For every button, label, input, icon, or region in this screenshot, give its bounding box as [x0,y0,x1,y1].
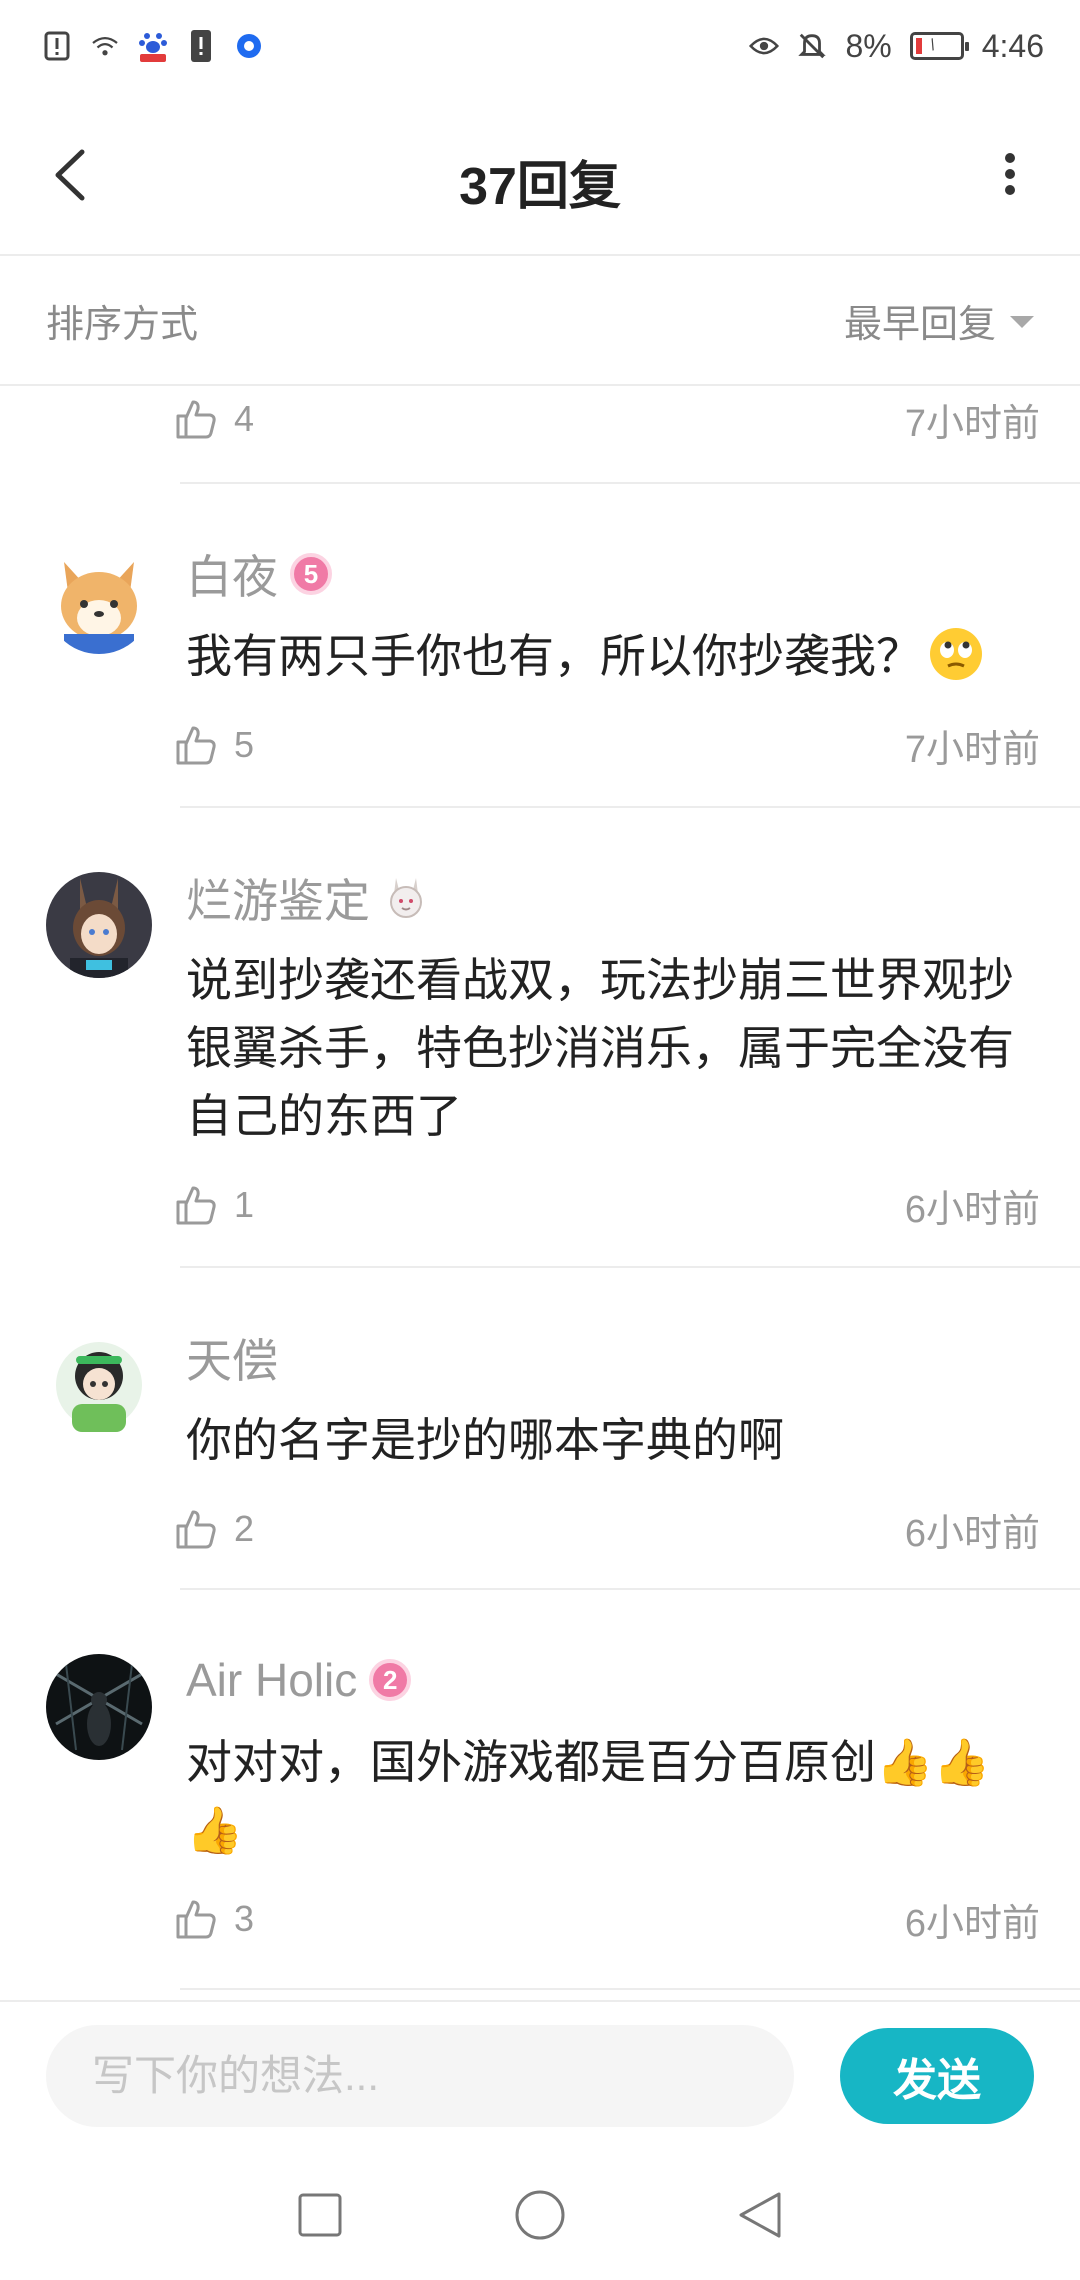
recent-apps-button[interactable] [285,2180,355,2250]
eye-icon [749,31,780,61]
comment-time: 6小时前 [904,1188,1040,1231]
comment-time: 7小时前 [904,402,1040,445]
status-bar: 8% / 4:46 [0,0,1080,92]
comment-text: 说到抄袭还看战双，玩法抄崩三世界观抄银翼杀手，特色抄消消乐，属于完全没有自己的东… [186,954,1014,1142]
sim-alert-icon [186,30,216,62]
comment-meta: 3 6小时前 [174,1888,1040,1950]
like-count: 2 [234,1508,255,1549]
comment-text: 我有两只手你也有，所以你抄袭我？ [186,622,1040,690]
avatar[interactable] [46,1332,152,1438]
comment-meta: 5 7小时前 [174,714,1040,776]
battery-icon: / [909,32,969,60]
comment-header: 白夜 5 [186,544,1040,604]
thumbs-up-icon [176,400,216,439]
thumbs-up-icon [176,1510,216,1549]
like-count: 5 [234,724,255,765]
comment-text: 你的名字是抄的哪本字典的啊 [186,1414,784,1466]
comment-input[interactable] [46,2025,794,2127]
like-count: 1 [234,1184,255,1225]
like-count: 4 [234,398,255,439]
status-icons-right: 8% / 4:46 [749,28,1044,65]
triangle-back-icon [739,2192,781,2238]
username[interactable]: 烂游鉴定 [186,865,370,931]
thumbs-up-icon [176,726,216,765]
alert-icon [42,31,72,61]
like-button[interactable]: 2 [174,1507,254,1551]
comment-header: 天偿 [186,1328,1040,1388]
comment-text: 对对对，国外游戏都是百分百原创👍👍👍 [186,1736,991,1856]
system-nav-bar [0,2150,1080,2280]
bell-muted-icon [797,31,827,61]
more-options-button[interactable] [980,144,1040,204]
comment-time: 6小时前 [904,1902,1040,1945]
thumbs-up-icon [176,1186,216,1225]
eye-roll-emoji-icon [930,628,982,680]
list-item: 烂游鉴定 说到抄袭还看战双，玩法抄崩三世界观抄银翼杀手，特色抄消消乐，属于完全没… [0,808,1080,1268]
comment-time: 7小时前 [904,728,1040,771]
sort-dropdown[interactable]: 最早回复 [844,293,1034,348]
comment-meta: 1 6小时前 [174,1174,1040,1236]
like-count: 3 [234,1898,255,1939]
like-button[interactable]: 5 [174,723,254,767]
username[interactable]: 天偿 [186,1325,278,1391]
level-badge: 5 [290,553,332,595]
list-item: 白夜 5 我有两只手你也有，所以你抄袭我？ 5 7小时前 [0,484,1080,808]
sort-label: 排序方式 [46,303,199,346]
comment-body: 我有两只手你也有，所以你抄袭我？ [186,630,922,682]
comment-time: 6小时前 [904,1512,1040,1555]
comment-input-bar: 发送 [0,2000,1080,2150]
level-badge: 2 [369,1659,412,1701]
page-header: 37回复 [0,92,1080,256]
status-time: 4:46 [981,27,1044,64]
app-icon [234,31,264,61]
list-item: Air Holic 2 对对对，国外游戏都是百分百原创👍👍👍 3 6小时前 [0,1590,1080,1990]
divider [180,1988,1080,1990]
username[interactable]: Air Holic [186,1653,357,1707]
baidu-icon [138,31,168,62]
avatar[interactable] [46,548,152,654]
like-button[interactable]: 3 [174,1897,254,1941]
page-title: 37回复 [459,158,621,216]
more-vertical-icon [1005,153,1015,195]
list-item: 天偿 你的名字是抄的哪本字典的啊 2 6小时前 [0,1268,1080,1590]
rabbit-badge-icon [382,874,430,922]
comment-header: Air Holic 2 [186,1650,1040,1710]
send-button[interactable]: 发送 [840,2028,1034,2124]
username[interactable]: 白夜 [186,541,278,607]
back-nav-button[interactable] [725,2180,795,2250]
wifi-icon [90,31,120,61]
status-icons-left [42,30,264,62]
comment-list[interactable]: 4 7小时前 白夜 5 我有两只手你也有，所以你抄袭我？ 5 7小时前 烂游鉴定… [0,388,1080,2000]
sort-bar: 排序方式 最早回复 [0,256,1080,386]
comment-meta: 4 7小时前 [174,388,1040,450]
battery-percent: 8% [845,27,892,64]
caret-down-icon [1010,316,1034,328]
comment-meta: 2 6小时前 [174,1498,1040,1560]
thumbs-up-icon [176,1900,216,1939]
list-item: 4 7小时前 [0,388,1080,484]
like-button[interactable]: 1 [174,1183,254,1227]
comment-header: 烂游鉴定 [186,868,1040,928]
like-button[interactable]: 4 [174,397,254,441]
avatar[interactable] [46,1654,152,1760]
home-button[interactable] [505,2180,575,2250]
circle-icon [515,2190,565,2240]
avatar[interactable] [46,872,152,978]
sort-value: 最早回复 [843,303,996,346]
square-icon [298,2193,342,2237]
